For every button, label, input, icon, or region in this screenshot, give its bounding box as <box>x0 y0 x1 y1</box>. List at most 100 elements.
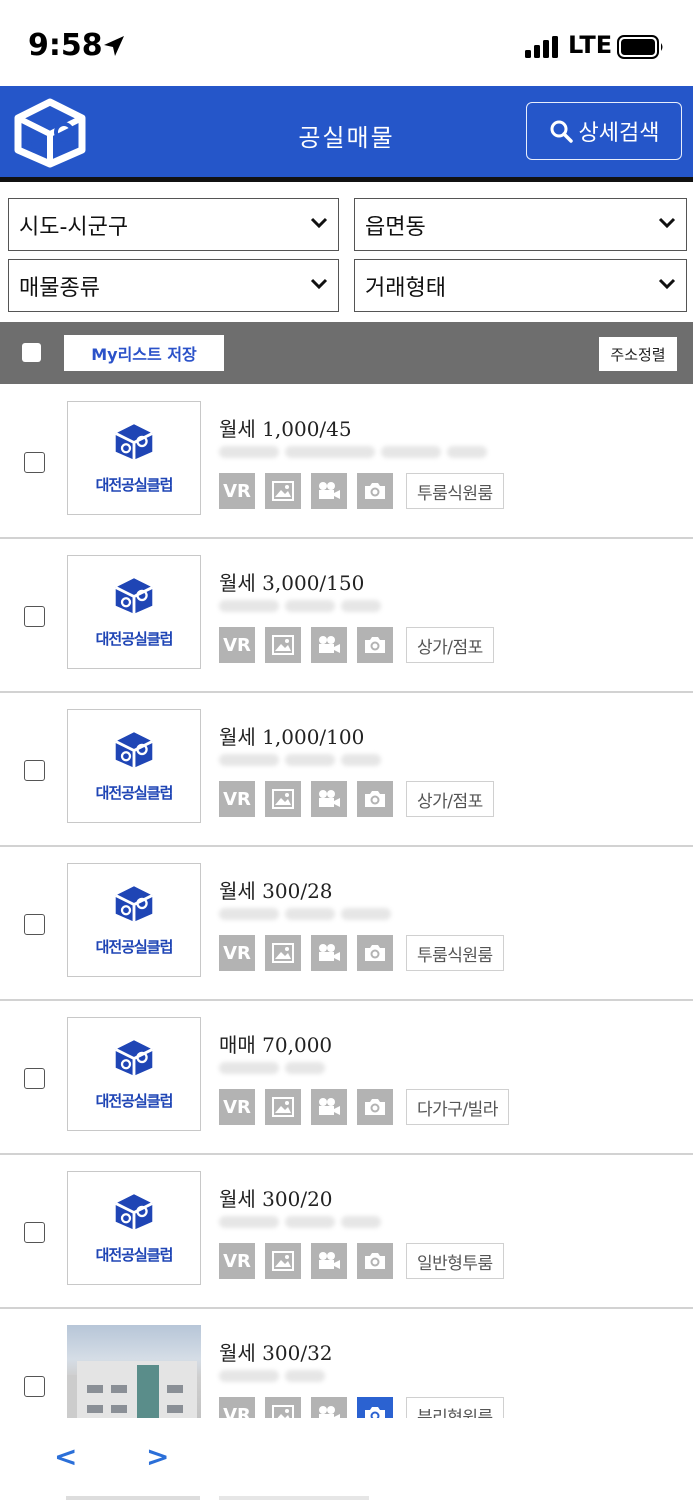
property-type-select[interactable]: 매물종류 <box>8 259 339 312</box>
property-type-badge: 상가/점포 <box>406 627 494 663</box>
vr-icon[interactable]: VR <box>219 473 255 509</box>
town-select[interactable]: 읍면동 <box>354 198 687 251</box>
vr-icon[interactable]: VR <box>219 1089 255 1125</box>
photo-camera-icon <box>365 945 385 961</box>
listing-price: 월세 300/32 <box>219 1341 333 1365</box>
brand-logo-icon <box>115 424 153 460</box>
select-all-checkbox[interactable] <box>22 343 41 362</box>
blurred-address-word <box>219 754 279 766</box>
detail-search-button[interactable]: 상세검색 <box>526 102 682 160</box>
search-icon <box>550 120 573 143</box>
deal-type-select[interactable]: 거래형태 <box>354 259 687 312</box>
picture-icon <box>272 481 294 501</box>
video-camera-icon[interactable] <box>311 781 347 817</box>
brand-name: 대전공실클럽 <box>95 1092 174 1110</box>
picture-icon <box>272 1251 294 1271</box>
status-bar: 9:58 LTE <box>0 0 693 86</box>
address-sort-button[interactable]: 주소정렬 <box>599 337 677 371</box>
listing-price: 월세 1,000/100 <box>219 725 365 749</box>
blurred-address-word <box>285 1216 335 1228</box>
image-icon[interactable] <box>265 935 301 971</box>
brand-name: 대전공실클럽 <box>95 630 174 648</box>
listing-thumbnail[interactable]: 대전공실클럽 <box>67 863 201 977</box>
listing-checkbox[interactable] <box>24 760 45 781</box>
vr-label: VR <box>223 942 251 964</box>
listing-thumbnail[interactable]: 대전공실클럽 <box>67 709 201 823</box>
blurred-address-word <box>285 1062 325 1074</box>
blurred-address-word <box>341 1216 381 1228</box>
blurred-address-word <box>341 600 381 612</box>
blurred-address-word <box>219 600 279 612</box>
vr-icon[interactable]: VR <box>219 935 255 971</box>
movie-camera-icon <box>319 944 340 961</box>
photo-camera-icon <box>365 483 385 499</box>
image-icon[interactable] <box>265 1089 301 1125</box>
building-image-part <box>111 1385 127 1393</box>
listing-address-blurred <box>219 905 509 923</box>
photo-camera-icon <box>365 1099 385 1115</box>
save-mylist-button[interactable]: My리스트 저장 <box>64 335 224 371</box>
blurred-address-word <box>219 1062 279 1074</box>
vr-icon[interactable]: VR <box>219 1243 255 1279</box>
camera-icon[interactable] <box>357 935 393 971</box>
camera-icon[interactable] <box>357 781 393 817</box>
cellular-signal-icon <box>525 36 558 58</box>
photo-camera-icon <box>365 637 385 653</box>
photo-camera-icon <box>365 791 385 807</box>
brand-logo-icon <box>115 1040 153 1076</box>
listing-checkbox[interactable] <box>24 606 45 627</box>
listing-row[interactable]: 대전공실클럽 월세 1,000/100 VR 상가/점포 <box>0 693 693 847</box>
listing-row[interactable]: 대전공실클럽 매매 70,000 VR 다가구/빌라 <box>0 1001 693 1155</box>
video-camera-icon[interactable] <box>311 627 347 663</box>
listing-checkbox[interactable] <box>24 914 45 935</box>
prev-page-button[interactable]: < <box>54 1440 77 1473</box>
movie-camera-icon <box>319 1098 340 1115</box>
listing-thumbnail[interactable]: 대전공실클럽 <box>67 1017 201 1131</box>
listing-media-icons: VR <box>219 473 393 509</box>
network-type: LTE <box>568 31 613 59</box>
listing-checkbox[interactable] <box>24 1376 45 1397</box>
filter-panel: 시도-시군구 읍면동 매물종류 거래형태 <box>0 192 693 322</box>
listing-thumbnail[interactable]: 대전공실클럽 <box>67 555 201 669</box>
region-select[interactable]: 시도-시군구 <box>8 198 339 251</box>
detail-search-label: 상세검색 <box>578 121 660 146</box>
next-page-button[interactable]: > <box>146 1440 169 1473</box>
video-camera-icon[interactable] <box>311 1089 347 1125</box>
listing-price: 월세 300/20 <box>219 1187 333 1211</box>
camera-icon[interactable] <box>357 1089 393 1125</box>
listing-media-icons: VR <box>219 781 393 817</box>
chevron-down-icon <box>658 278 676 290</box>
listing-checkbox[interactable] <box>24 452 45 473</box>
listing-checkbox[interactable] <box>24 1068 45 1089</box>
video-camera-icon[interactable] <box>311 473 347 509</box>
vr-label: VR <box>223 788 251 810</box>
listing-thumbnail[interactable]: 대전공실클럽 <box>67 401 201 515</box>
listing-address-blurred <box>219 1059 509 1077</box>
listing-price: 매매 70,000 <box>219 1033 333 1057</box>
building-image-part <box>111 1405 127 1413</box>
camera-icon[interactable] <box>357 1243 393 1279</box>
video-camera-icon[interactable] <box>311 935 347 971</box>
listing-price: 월세 3,000/150 <box>219 571 365 595</box>
building-image-part <box>87 1385 103 1393</box>
image-icon[interactable] <box>265 627 301 663</box>
vr-icon[interactable]: VR <box>219 781 255 817</box>
listing-row[interactable]: 대전공실클럽 월세 1,000/45 VR 투룸식원룸 <box>0 385 693 539</box>
blurred-address-word <box>219 446 279 458</box>
app-header: 공실매물 상세검색 <box>0 86 693 182</box>
movie-camera-icon <box>319 1252 340 1269</box>
vr-icon[interactable]: VR <box>219 627 255 663</box>
camera-icon[interactable] <box>357 473 393 509</box>
listing-address-blurred <box>219 443 509 461</box>
listing-row[interactable]: 대전공실클럽 월세 300/28 VR 투룸식원룸 <box>0 847 693 1001</box>
camera-icon[interactable] <box>357 627 393 663</box>
video-camera-icon[interactable] <box>311 1243 347 1279</box>
image-icon[interactable] <box>265 473 301 509</box>
listing-row[interactable]: 대전공실클럽 월세 3,000/150 VR 상가/점포 <box>0 539 693 693</box>
listing-thumbnail[interactable]: 대전공실클럽 <box>67 1171 201 1285</box>
blurred-address-word <box>285 600 335 612</box>
image-icon[interactable] <box>265 1243 301 1279</box>
listing-row[interactable]: 대전공실클럽 월세 300/20 VR 일반형투룸 <box>0 1155 693 1309</box>
listing-checkbox[interactable] <box>24 1222 45 1243</box>
image-icon[interactable] <box>265 781 301 817</box>
